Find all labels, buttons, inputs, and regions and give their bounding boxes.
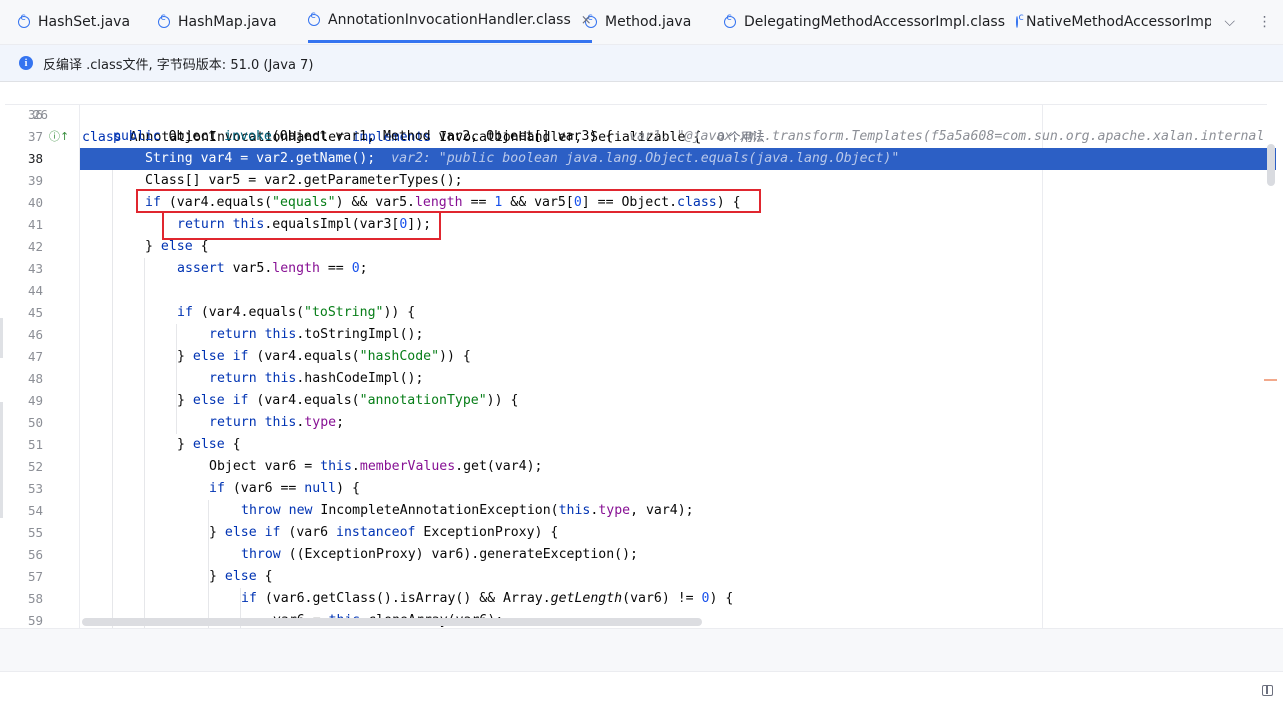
line-number: 47	[27, 349, 43, 364]
debug-inline-value: var2: "public boolean java.lang.Object.e…	[391, 151, 900, 166]
line-number: 49	[27, 393, 43, 408]
chevron-down-icon[interactable]: ⌵	[1224, 14, 1235, 30]
info-text: 反编译 .class文件, 字节码版本: 51.0 (Java 7)	[43, 57, 314, 73]
more-icon[interactable]: ⋮	[1258, 14, 1272, 30]
tab-label: DelegatingMethodAccessorImpl.class	[744, 13, 1006, 30]
code-editor[interactable]: 26 class AnnotationInvocationHandler imp…	[0, 82, 1283, 628]
debug-inline-value: var1: "@javax.xml.transform.Templates(f5…	[629, 129, 1265, 144]
decompiler-info-banner: i 反编译 .class文件, 字节码版本: 51.0 (Java 7)	[0, 45, 1283, 82]
line-number: 36	[27, 107, 43, 122]
code-line: } else if (var4.equals("annotationType")…	[177, 393, 519, 408]
class-file-icon	[1016, 12, 1024, 28]
vertical-scrollbar[interactable]	[1267, 144, 1275, 186]
code-line: public Object invoke(Object var1, Method…	[113, 129, 1265, 144]
indent-guide	[112, 170, 113, 628]
tab-label: AnnotationInvocationHandler.class	[328, 12, 571, 28]
indent-guide	[176, 324, 177, 434]
tab-5[interactable]: NativeMethodAccessorImpl.	[1016, 0, 1211, 43]
line-number: 48	[27, 371, 43, 386]
code-line: String var4 = var2.getName(); var2: "pub…	[145, 151, 900, 166]
tab-0[interactable]: HashSet.java	[18, 0, 130, 43]
line-number: 52	[27, 459, 43, 474]
line-number: 41	[27, 217, 43, 232]
left-edge-strip	[0, 402, 3, 518]
tab-1[interactable]: HashMap.java	[158, 0, 277, 43]
line-number: 44	[27, 283, 43, 298]
annotation-box-if-condition	[136, 189, 761, 213]
indent-guide	[144, 258, 145, 628]
class-file-icon	[724, 12, 736, 28]
tab-tools: ⌵ ⋮	[1213, 0, 1283, 43]
line-number: 55	[27, 525, 43, 540]
right-margin-guide	[1042, 104, 1043, 628]
code-line: assert var5.length == 0;	[177, 261, 368, 276]
line-number: 40	[27, 195, 43, 210]
code-line: return this.toStringImpl();	[209, 327, 424, 342]
tab-label: HashSet.java	[38, 13, 131, 30]
close-icon[interactable]: ×	[581, 13, 592, 28]
error-stripe-marker[interactable]	[1264, 379, 1277, 381]
bottom-toolbar	[0, 629, 1283, 672]
tab-3[interactable]: Method.java	[585, 0, 691, 43]
code-line: if (var6 == null) {	[209, 481, 360, 496]
editor-tab-bar: NativeMethodAccessorImpl. DelegatingMetho…	[0, 0, 1283, 45]
line-number: 58	[27, 591, 43, 606]
tab-2[interactable]: AnnotationInvocationHandler.class ×	[308, 0, 592, 43]
tab-4[interactable]: DelegatingMethodAccessorImpl.class	[724, 0, 1005, 43]
line-number: 50	[27, 415, 43, 430]
class-file-icon	[308, 10, 320, 26]
line-number: 56	[27, 547, 43, 562]
horizontal-scrollbar[interactable]	[82, 618, 702, 626]
line-number: 46	[27, 327, 43, 342]
layout-toggle-icon[interactable]	[1262, 685, 1273, 696]
line-number: 43	[27, 261, 43, 276]
code-line: Object var6 = this.memberValues.get(var4…	[209, 459, 543, 474]
code-line: if (var4.equals("toString")) {	[177, 305, 416, 320]
code-line: return this.hashCodeImpl();	[209, 371, 424, 386]
implements-gutter-icon[interactable]: ⓘ↑	[49, 126, 69, 148]
sticky-header[interactable]: 26 class AnnotationInvocationHandler imp…	[5, 82, 1267, 145]
indent-guide	[208, 500, 209, 628]
tab-label: NativeMethodAccessorImpl.	[1026, 13, 1211, 30]
class-file-icon	[18, 12, 30, 28]
code-line: return this.type;	[209, 415, 345, 430]
code-line: if (var6.getClass().isArray() && Array.g…	[241, 591, 734, 606]
code-line: } else if (var6 instanceof ExceptionProx…	[209, 525, 559, 540]
line-number: 39	[27, 173, 43, 188]
line-number: 45	[27, 305, 43, 320]
class-file-icon	[158, 12, 170, 28]
line-number: 59	[27, 613, 43, 628]
info-icon: i	[19, 56, 33, 70]
code-line: throw new IncompleteAnnotationException(…	[241, 503, 694, 518]
tab-label: HashMap.java	[178, 13, 277, 30]
line-number: 57	[27, 569, 43, 584]
line-number: 54	[27, 503, 43, 518]
annotation-box-return	[162, 211, 441, 240]
code-line: } else {	[177, 437, 241, 452]
left-edge-strip	[0, 318, 3, 358]
line-number: 53	[27, 481, 43, 496]
code-line: } else {	[209, 569, 273, 584]
line-number: 51	[27, 437, 43, 452]
code-line: throw ((ExceptionProxy) var6).generateEx…	[241, 547, 638, 562]
code-line: } else if (var4.equals("hashCode")) {	[177, 349, 471, 364]
line-number: 42	[27, 239, 43, 254]
tab-label: Method.java	[605, 13, 692, 30]
bottom-panel	[0, 628, 1283, 708]
